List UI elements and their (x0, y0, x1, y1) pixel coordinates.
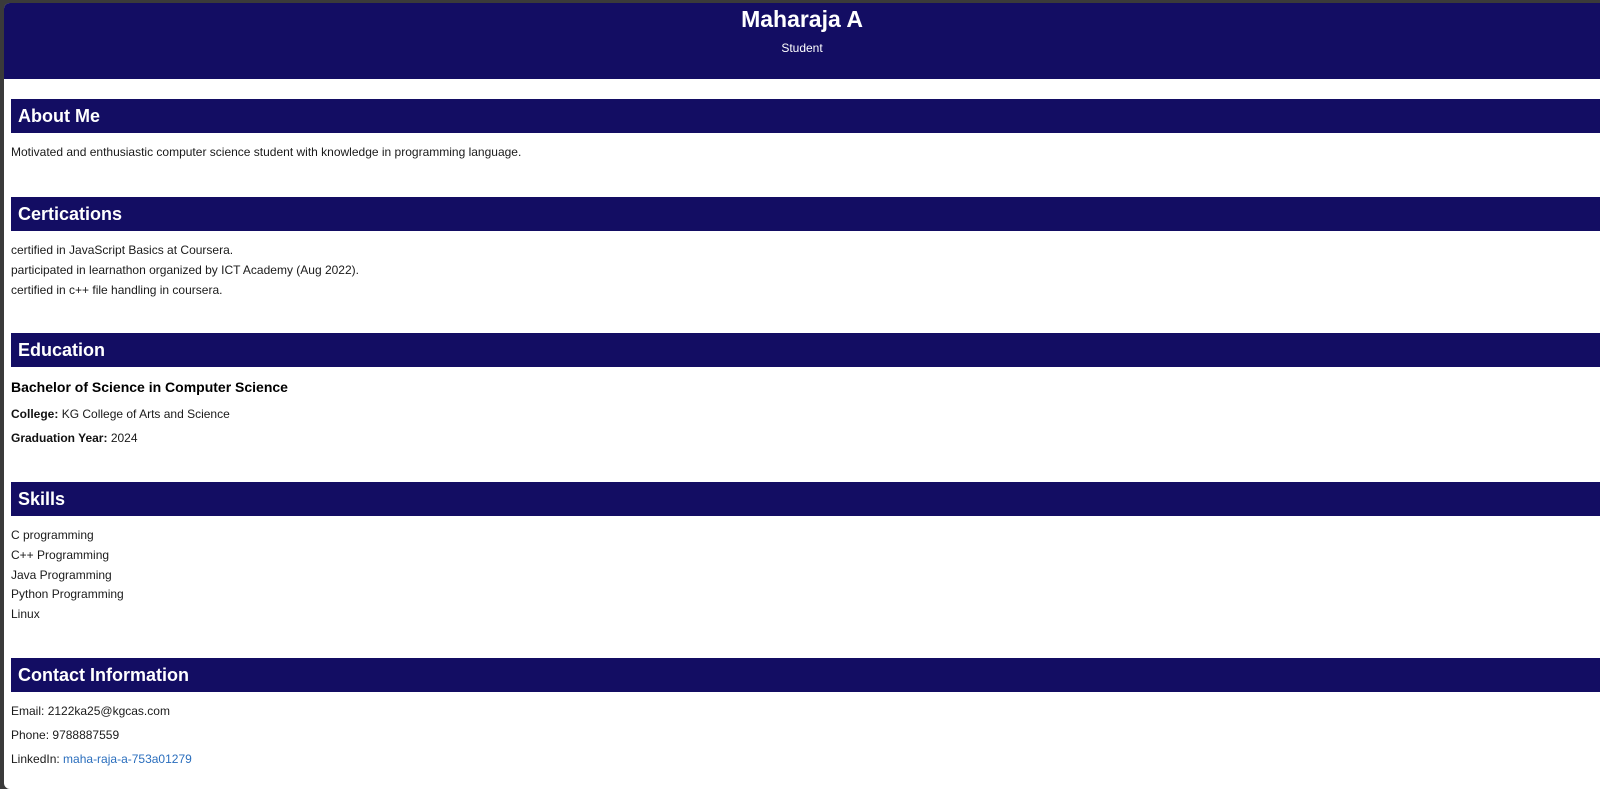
graduation-year-value: 2024 (110, 431, 138, 445)
skill-item: Linux (11, 607, 40, 621)
skill-item: C++ Programming (11, 548, 110, 562)
certification-item: certified in JavaScript Basics at Course… (11, 243, 234, 257)
graduation-year-row: Graduation Year: 2024 (11, 431, 138, 445)
section-heading-education: Education (11, 333, 1600, 367)
email-label: Email: (11, 704, 45, 718)
page-subtitle: Student (781, 41, 823, 55)
about-text: Motivated and enthusiastic computer scie… (11, 145, 522, 159)
section-heading-certifications: Certications (11, 197, 1600, 231)
section-heading-contact: Contact Information (11, 658, 1600, 692)
graduation-year-label: Graduation Year: (11, 431, 108, 445)
phone-label: Phone: (11, 728, 50, 742)
section-heading-skills: Skills (11, 482, 1600, 516)
skill-item: Python Programming (11, 587, 124, 601)
email-row: Email: 2122ka25@kgcas.com (11, 704, 170, 718)
resume-page: Maharaja A Student About Me Motivated an… (4, 3, 1600, 789)
college-value: KG College of Arts and Science (61, 407, 230, 421)
linkedin-row: LinkedIn: maha-raja-a-753a01279 (11, 752, 192, 766)
certification-item: participated in learnathon organized by … (11, 263, 359, 277)
linkedin-label: LinkedIn: (11, 752, 60, 766)
skill-item: C programming (11, 528, 94, 542)
skill-item: Java Programming (11, 568, 112, 582)
phone-value: 9788887559 (52, 728, 120, 742)
linkedin-link[interactable]: maha-raja-a-753a01279 (63, 752, 192, 766)
college-row: College: KG College of Arts and Science (11, 407, 230, 421)
email-value: 2122ka25@kgcas.com (47, 704, 170, 718)
college-label: College: (11, 407, 59, 421)
phone-row: Phone: 9788887559 (11, 728, 119, 742)
page-header: Maharaja A Student (4, 3, 1600, 79)
section-heading-about: About Me (11, 99, 1600, 133)
page-title: Maharaja A (741, 6, 863, 32)
degree-title: Bachelor of Science in Computer Science (11, 379, 288, 395)
certification-item: certified in c++ file handling in course… (11, 283, 223, 297)
